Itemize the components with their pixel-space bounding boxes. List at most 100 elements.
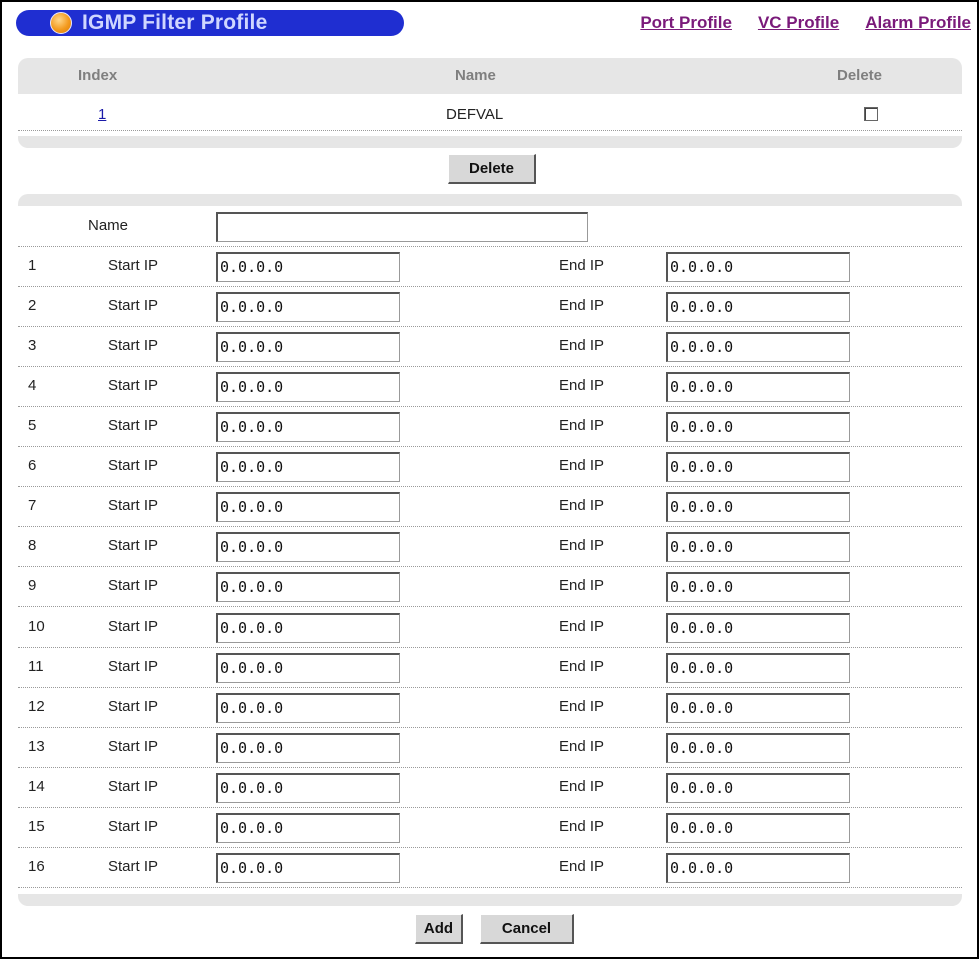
entry-number: 9 [28,577,37,595]
list-item: 11 Start IP 0.0.0.0 End IP 0.0.0.0 [18,647,962,688]
list-item: 1 Start IP 0.0.0.0 End IP 0.0.0.0 [18,246,962,287]
end-ip-field[interactable]: 0.0.0.0 [666,372,850,403]
column-header-name: Name [455,67,496,84]
end-ip-field[interactable]: 0.0.0.0 [666,492,850,523]
start-ip-label: Start IP [108,337,159,355]
start-ip-field[interactable]: 0.0.0.0 [216,492,400,523]
entry-number: 1 [28,257,37,274]
start-ip-field[interactable]: 0.0.0.0 [216,732,400,763]
start-ip-field[interactable]: 0.0.0.0 [216,572,400,603]
entry-number: 10 [28,617,45,635]
end-ip-label: End IP [559,257,605,274]
column-header-delete: Delete [837,67,883,84]
start-ip-label: Start IP [108,417,159,435]
start-ip-label: Start IP [108,737,159,755]
cancel-button[interactable]: Cancel [480,914,574,944]
start-ip-field[interactable]: 0.0.0.0 [216,532,400,563]
end-ip-field[interactable]: 0.0.0.0 [666,692,850,723]
start-ip-label: Start IP [108,377,159,395]
add-button[interactable]: Add [415,914,463,944]
entry-number: 3 [28,337,37,355]
end-ip-field[interactable]: 0.0.0.0 [666,612,850,643]
start-ip-field[interactable]: 0.0.0.0 [216,452,400,483]
name-row: Name [18,206,962,247]
end-ip-field[interactable]: 0.0.0.0 [666,532,850,563]
table-row: 1 DEFVAL [18,94,962,131]
end-ip-label: End IP [559,737,605,755]
page-title-bar: IGMP Filter Profile [16,10,404,36]
list-item: 7 Start IP 0.0.0.0 End IP 0.0.0.0 [18,486,962,528]
end-ip-label: End IP [559,377,605,395]
name-label: Name [88,217,129,234]
list-item: 3 Start IP 0.0.0.0 End IP 0.0.0.0 [18,326,962,368]
list-item: 13 Start IP 0.0.0.0 End IP 0.0.0.0 [18,727,962,768]
start-ip-field[interactable]: 0.0.0.0 [216,252,400,282]
end-ip-field[interactable]: 0.0.0.0 [666,252,850,282]
start-ip-label: Start IP [108,297,159,315]
profile-form-panel: Name 1 Start IP 0.0.0.0 End IP 0.0.0.0 2 Start… [18,194,962,906]
start-ip-label: Start IP [108,777,159,795]
page-frame: IGMP Filter Profile Port Profile VC Prof… [0,0,979,959]
end-ip-label: End IP [559,337,605,355]
end-ip-label: End IP [559,817,605,835]
list-item: 5 Start IP 0.0.0.0 End IP 0.0.0.0 [18,406,962,448]
start-ip-field[interactable]: 0.0.0.0 [216,692,400,723]
end-ip-field[interactable]: 0.0.0.0 [666,732,850,763]
list-item: 12 Start IP 0.0.0.0 End IP 0.0.0.0 [18,687,962,728]
entry-number: 13 [28,737,45,755]
list-item: 6 Start IP 0.0.0.0 End IP 0.0.0.0 [18,446,962,488]
end-ip-label: End IP [559,537,605,555]
entry-number: 15 [28,817,45,835]
start-ip-field[interactable]: 0.0.0.0 [216,612,400,643]
start-ip-field[interactable]: 0.0.0.0 [216,852,400,883]
profile-index-link[interactable]: 1 [98,106,106,123]
end-ip-field[interactable]: 0.0.0.0 [666,852,850,883]
end-ip-label: End IP [559,697,605,715]
end-ip-label: End IP [559,497,605,515]
list-item: 10 Start IP 0.0.0.0 End IP 0.0.0.0 [18,607,962,648]
panel-top-cap [18,194,962,206]
orange-orb-icon [50,12,72,34]
end-ip-label: End IP [559,617,605,635]
entry-number: 14 [28,777,45,795]
panel-bottom-cap [18,136,962,148]
end-ip-field[interactable]: 0.0.0.0 [666,652,850,683]
start-ip-label: Start IP [108,537,159,555]
entry-number: 2 [28,297,37,315]
profile-links: Port Profile VC Profile Alarm Profile [640,13,971,33]
start-ip-label: Start IP [108,457,159,475]
end-ip-field[interactable]: 0.0.0.0 [666,292,850,323]
start-ip-field[interactable]: 0.0.0.0 [216,772,400,803]
end-ip-label: End IP [559,297,605,315]
end-ip-field[interactable]: 0.0.0.0 [666,572,850,603]
end-ip-field[interactable]: 0.0.0.0 [666,452,850,483]
list-item: 15 Start IP 0.0.0.0 End IP 0.0.0.0 [18,807,962,848]
entry-number: 5 [28,417,37,435]
delete-checkbox[interactable] [864,107,878,121]
start-ip-field[interactable]: 0.0.0.0 [216,372,400,403]
start-ip-field[interactable]: 0.0.0.0 [216,292,400,323]
end-ip-field[interactable]: 0.0.0.0 [666,812,850,843]
delete-button[interactable]: Delete [448,154,536,184]
start-ip-field[interactable]: 0.0.0.0 [216,812,400,843]
end-ip-field[interactable]: 0.0.0.0 [666,772,850,803]
name-field[interactable] [216,212,588,242]
alarm-profile-link[interactable]: Alarm Profile [865,13,971,33]
end-ip-field[interactable]: 0.0.0.0 [666,332,850,363]
entry-number: 7 [28,497,37,515]
start-ip-label: Start IP [108,697,159,715]
start-ip-label: Start IP [108,817,159,835]
entry-number: 11 [28,657,44,675]
end-ip-label: End IP [559,857,605,875]
start-ip-field[interactable]: 0.0.0.0 [216,652,400,683]
start-ip-field[interactable]: 0.0.0.0 [216,332,400,363]
end-ip-field[interactable]: 0.0.0.0 [666,412,850,443]
port-profile-link[interactable]: Port Profile [640,13,732,33]
start-ip-label: Start IP [108,857,159,875]
list-item: 8 Start IP 0.0.0.0 End IP 0.0.0.0 [18,526,962,568]
start-ip-field[interactable]: 0.0.0.0 [216,412,400,443]
list-item: 14 Start IP 0.0.0.0 End IP 0.0.0.0 [18,767,962,808]
list-item: 2 Start IP 0.0.0.0 End IP 0.0.0.0 [18,286,962,328]
entry-number: 6 [28,457,37,475]
vc-profile-link[interactable]: VC Profile [758,13,839,33]
